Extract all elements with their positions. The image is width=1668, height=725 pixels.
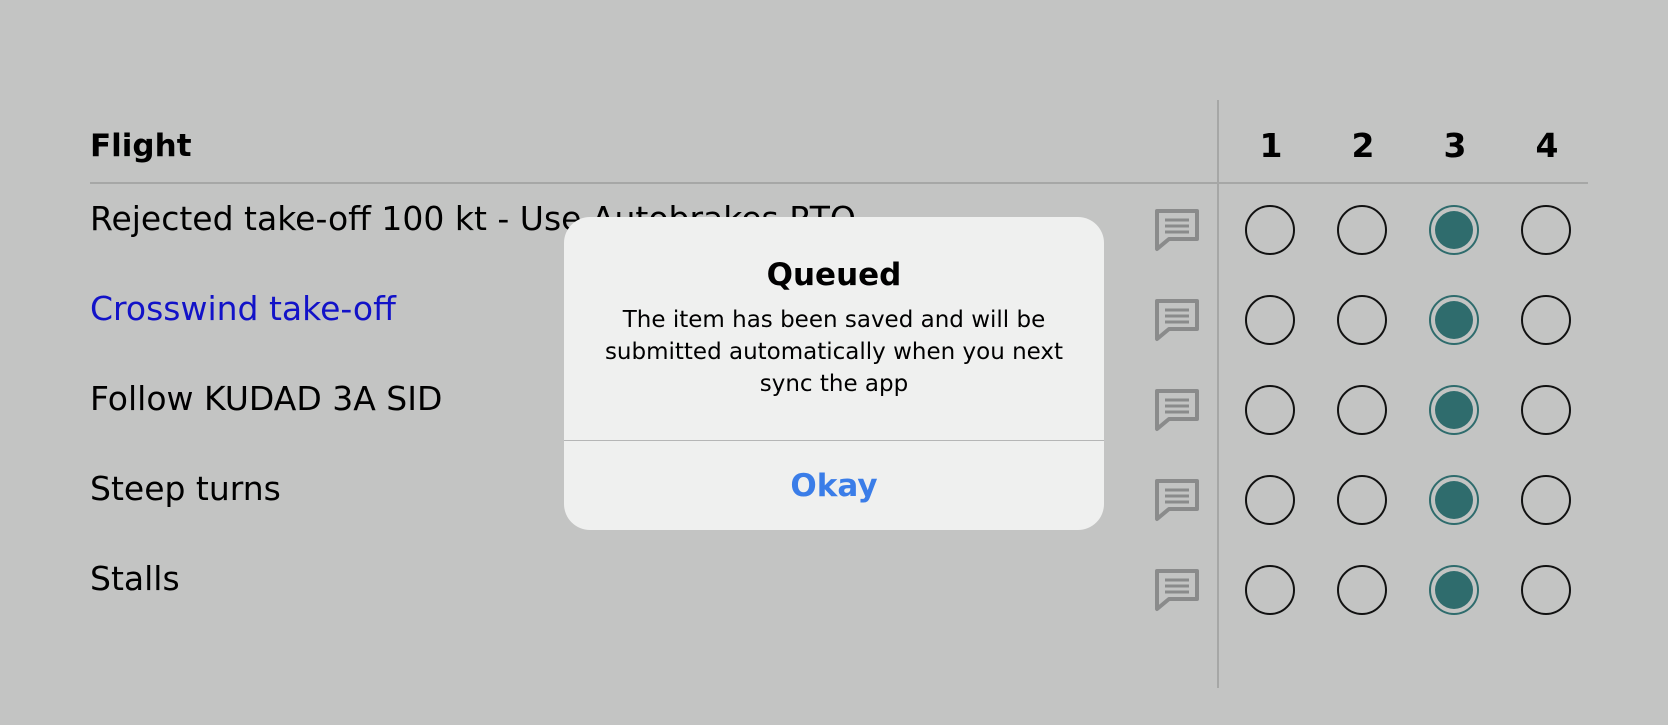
rating-radio-4[interactable] [1521,385,1571,435]
rating-radio-2[interactable] [1337,295,1387,345]
row-label-stalls[interactable]: Stalls [90,558,180,600]
row-label-crosswind-takeoff[interactable]: Crosswind take-off [90,288,396,330]
rating-radio-1[interactable] [1245,205,1295,255]
rating-radio-3-selected[interactable] [1429,205,1479,255]
column-header-2: 2 [1351,126,1375,165]
rating-radio-2[interactable] [1337,385,1387,435]
column-header-3: 3 [1443,126,1467,165]
column-header-4: 4 [1535,126,1559,165]
comment-icon[interactable] [1152,294,1202,344]
comment-icon[interactable] [1152,474,1202,524]
comment-icon[interactable] [1152,204,1202,254]
comment-icon[interactable] [1152,564,1202,614]
row-label-kudad-sid[interactable]: Follow KUDAD 3A SID [90,378,442,420]
rating-radio-1[interactable] [1245,385,1295,435]
rating-radio-4[interactable] [1521,475,1571,525]
rating-radio-4[interactable] [1521,565,1571,615]
rating-radio-2[interactable] [1337,205,1387,255]
okay-button[interactable]: Okay [564,441,1104,530]
rating-radio-1[interactable] [1245,295,1295,345]
rating-radio-3-selected[interactable] [1429,565,1479,615]
comment-icon[interactable] [1152,384,1202,434]
column-header-1: 1 [1259,126,1283,165]
rating-radio-3-selected[interactable] [1429,475,1479,525]
dialog-title: Queued [766,257,902,293]
queued-alert-dialog: Queued The item has been saved and will … [564,217,1104,530]
dialog-message: The item has been saved and will be subm… [604,307,1064,397]
row-label-steep-turns[interactable]: Steep turns [90,468,281,510]
rating-radio-1[interactable] [1245,565,1295,615]
rating-radio-3-selected[interactable] [1429,385,1479,435]
rating-radio-2[interactable] [1337,475,1387,525]
rating-radio-1[interactable] [1245,475,1295,525]
table-row: Stalls [0,558,1668,648]
table-header-title: Flight [90,128,192,164]
rating-radio-4[interactable] [1521,295,1571,345]
rating-radio-2[interactable] [1337,565,1387,615]
rating-radio-3-selected[interactable] [1429,295,1479,345]
rating-radio-4[interactable] [1521,205,1571,255]
header-divider [90,182,1588,184]
